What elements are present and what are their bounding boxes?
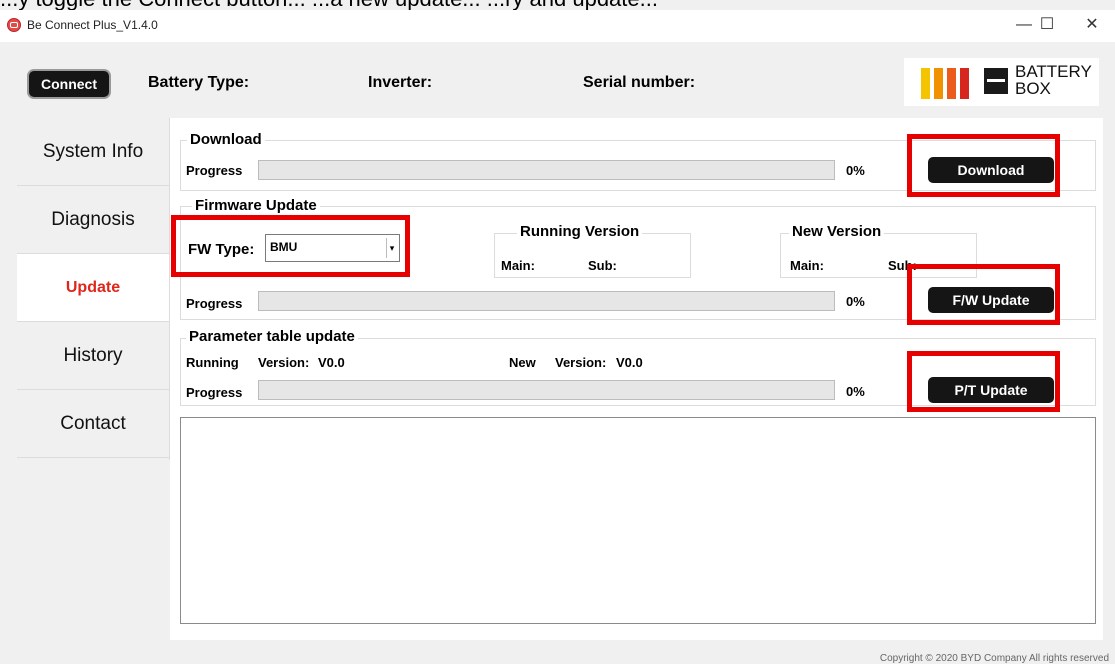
sidebar-item-history[interactable]: History	[17, 322, 169, 390]
parameter-progress-label: Progress	[186, 385, 243, 400]
battery-box-logo: BATTERY BOX	[904, 58, 1099, 106]
download-title: Download	[187, 131, 265, 148]
inverter-label: Inverter:	[368, 74, 433, 91]
log-textarea[interactable]	[180, 417, 1096, 624]
fw-type-label: FW Type:	[188, 241, 255, 258]
fw-type-select-value: BMU	[270, 240, 298, 254]
logo-bar	[934, 68, 943, 99]
fw-update-button[interactable]: F/W Update	[928, 287, 1054, 313]
download-button[interactable]: Download	[928, 157, 1054, 183]
connect-button[interactable]: Connect	[27, 69, 111, 99]
new-main-label: Main:	[790, 258, 824, 273]
logo-bar	[947, 68, 956, 99]
firmware-progress-bar	[258, 291, 835, 311]
sidebar-item-update[interactable]: Update	[17, 254, 169, 322]
firmware-update-title: Firmware Update	[192, 197, 320, 214]
pt-new-label: New	[509, 355, 536, 370]
parameter-update-title: Parameter table update	[186, 328, 358, 345]
window-title: Be Connect Plus_V1.4.0	[27, 18, 158, 32]
close-icon[interactable]: ✕	[1069, 10, 1115, 42]
download-progress-percent: 0%	[846, 163, 865, 178]
logo-text-line1: BATTERY	[1015, 62, 1092, 81]
sidebar-item-system-info[interactable]: System Info	[17, 118, 169, 186]
window-titlebar: Be Connect Plus_V1.4.0 — ☐ ✕	[0, 10, 1115, 42]
maximize-icon[interactable]: ☐	[1024, 10, 1070, 42]
pt-new-version-label: Version:	[555, 355, 607, 370]
running-version-title: Running Version	[517, 223, 643, 240]
serial-number-label: Serial number:	[583, 74, 696, 91]
logo-bar	[960, 68, 969, 99]
firmware-progress-percent: 0%	[846, 294, 865, 309]
pt-new-version-value: V0.0	[616, 355, 643, 370]
parameter-progress-percent: 0%	[846, 384, 865, 399]
parameter-progress-bar	[258, 380, 835, 400]
cutoff-caption: ...y toggle the Connect button... ...a n…	[0, 0, 1115, 10]
battery-type-label: Battery Type:	[148, 74, 250, 91]
sidebar: System Info Diagnosis Update History Con…	[17, 118, 170, 460]
pt-running-version-value: V0.0	[318, 355, 345, 370]
download-progress-label: Progress	[186, 163, 243, 178]
sidebar-item-diagnosis[interactable]: Diagnosis	[17, 186, 169, 254]
logo-text-line2: BOX	[1015, 79, 1051, 98]
running-main-label: Main:	[501, 258, 535, 273]
sidebar-item-contact[interactable]: Contact	[17, 390, 169, 458]
logo-box-icon	[984, 68, 1008, 94]
copyright-text: Copyright © 2020 BYD Company All rights …	[879, 653, 1109, 664]
pt-update-button[interactable]: P/T Update	[928, 377, 1054, 403]
new-version-title: New Version	[789, 223, 885, 240]
chevron-down-icon[interactable]: ▾	[386, 238, 397, 258]
download-progress-bar	[258, 160, 835, 180]
pt-running-label: Running	[186, 355, 239, 370]
logo-bar	[921, 68, 930, 99]
fw-type-select[interactable]: BMU ▾	[265, 234, 400, 262]
app-icon	[7, 18, 21, 32]
logo-text: BATTERY BOX	[1015, 63, 1092, 97]
firmware-progress-label: Progress	[186, 296, 243, 311]
running-sub-label: Sub:	[588, 258, 617, 273]
pt-running-version-label: Version:	[258, 355, 310, 370]
